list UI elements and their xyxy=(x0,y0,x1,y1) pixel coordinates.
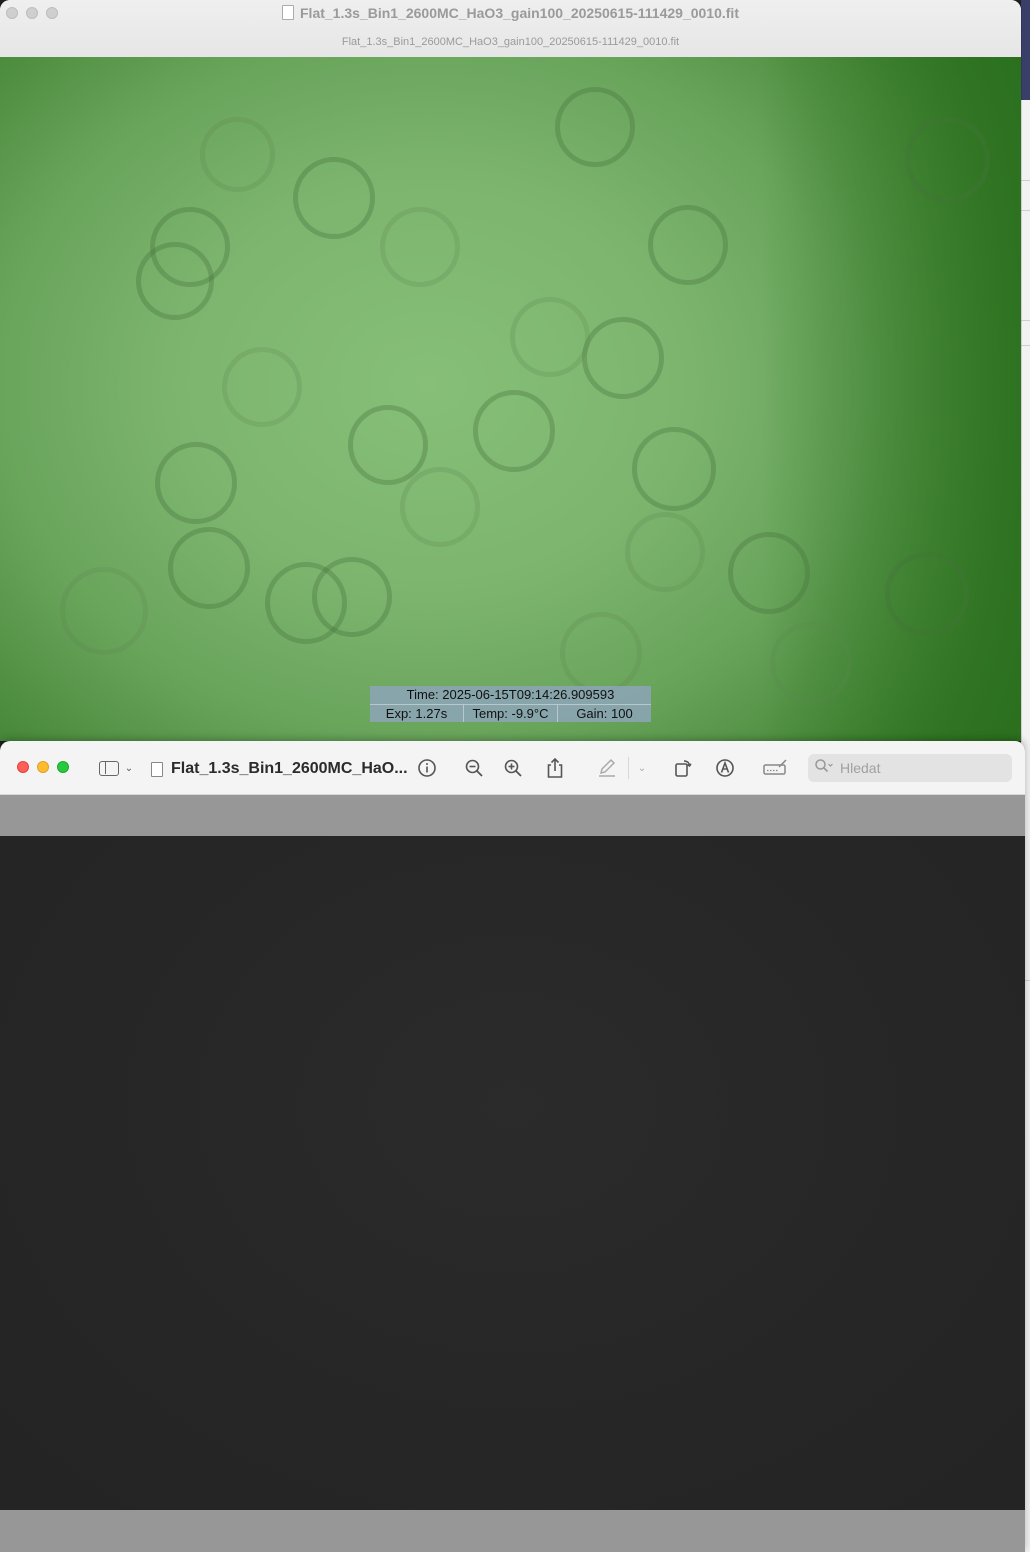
window-controls xyxy=(17,761,69,773)
document-icon xyxy=(282,5,294,20)
zoom-in-button[interactable] xyxy=(500,755,526,781)
capture-info-overlay: Time: 2025-06-15T09:14:26.909593 Exp: 1.… xyxy=(370,686,651,722)
exposure-value: Exp: 1.27s xyxy=(385,706,448,721)
signature-icon xyxy=(763,759,787,775)
markup-menu-button[interactable]: ⌄ xyxy=(634,755,650,781)
dust-ring xyxy=(728,532,810,614)
search-placeholder: Hledat xyxy=(840,760,881,776)
dust-ring xyxy=(380,207,460,287)
dust-ring xyxy=(155,442,237,524)
dust-ring xyxy=(136,242,214,320)
search-field[interactable]: Hledat xyxy=(808,754,1012,782)
toolbar-divider xyxy=(628,757,629,779)
dust-ring xyxy=(560,612,642,694)
search-icon xyxy=(814,758,834,779)
close-button[interactable] xyxy=(17,761,29,773)
dust-ring xyxy=(770,622,852,704)
annotate-icon xyxy=(716,759,734,777)
document-top-margin xyxy=(0,795,1025,836)
zoom-button[interactable] xyxy=(57,761,69,773)
markup-button[interactable] xyxy=(594,755,620,781)
dust-ring xyxy=(400,467,480,547)
preview-window[interactable]: ⌄ Flat_1.3s_Bin1_2600MC_HaO... ⌄ Hledat xyxy=(0,741,1025,1552)
zoom-in-icon xyxy=(504,759,522,777)
sidebar-icon xyxy=(98,760,119,776)
zoom-out-icon xyxy=(465,759,483,777)
document-icon xyxy=(151,761,163,777)
dust-ring xyxy=(222,347,302,427)
dust-ring xyxy=(312,557,392,637)
window-titlebar[interactable]: Flat_1.3s_Bin1_2600MC_HaO3_gain100_20250… xyxy=(0,0,1021,58)
dust-ring xyxy=(582,317,664,399)
gain-value: Gain: 100 xyxy=(557,705,651,722)
info-button[interactable] xyxy=(414,755,440,781)
dust-ring xyxy=(60,567,148,655)
rotate-icon xyxy=(675,760,692,777)
window-title: Flat_1.3s_Bin1_2600MC_HaO3_gain100_20250… xyxy=(0,5,1021,21)
dust-ring xyxy=(200,117,275,192)
dust-ring xyxy=(348,405,428,485)
rotate-button[interactable] xyxy=(670,755,696,781)
dust-ring xyxy=(885,552,969,636)
dust-ring xyxy=(473,390,555,472)
document-page xyxy=(0,836,1025,1510)
chevron-down-icon: ⌄ xyxy=(124,762,134,774)
minimize-button[interactable] xyxy=(37,761,49,773)
capture-time: Time: 2025-06-15T09:14:26.909593 xyxy=(406,687,615,702)
share-icon xyxy=(547,757,563,778)
preview-toolbar: ⌄ Flat_1.3s_Bin1_2600MC_HaO... ⌄ Hledat xyxy=(0,741,1025,795)
zoom-out-button[interactable] xyxy=(461,755,487,781)
dust-ring xyxy=(293,157,375,239)
markup-pen-icon xyxy=(599,758,616,777)
fits-viewer-window[interactable]: Flat_1.3s_Bin1_2600MC_HaO3_gain100_20250… xyxy=(0,0,1021,741)
dust-ring xyxy=(625,512,705,592)
signature-button[interactable] xyxy=(760,755,790,781)
share-button[interactable] xyxy=(542,755,568,781)
temperature-value: Temp: -9.9°C xyxy=(463,705,557,722)
dust-ring xyxy=(555,87,635,167)
document-bottom-margin xyxy=(0,1510,1025,1552)
window-subtitle: Flat_1.3s_Bin1_2600MC_HaO3_gain100_20250… xyxy=(341,36,680,48)
dust-ring xyxy=(648,205,728,285)
dust-ring xyxy=(905,117,990,202)
info-icon xyxy=(418,759,436,777)
dust-ring xyxy=(168,527,250,609)
dust-ring xyxy=(632,427,716,511)
annotate-button[interactable] xyxy=(712,755,738,781)
flat-frame-image: Time: 2025-06-15T09:14:26.909593 Exp: 1.… xyxy=(0,57,1021,741)
sidebar-toggle-button[interactable]: ⌄ xyxy=(96,755,136,781)
dust-ring xyxy=(510,297,590,377)
document-title[interactable]: Flat_1.3s_Bin1_2600MC_HaO... xyxy=(151,759,408,779)
chevron-down-icon: ⌄ xyxy=(637,762,647,774)
